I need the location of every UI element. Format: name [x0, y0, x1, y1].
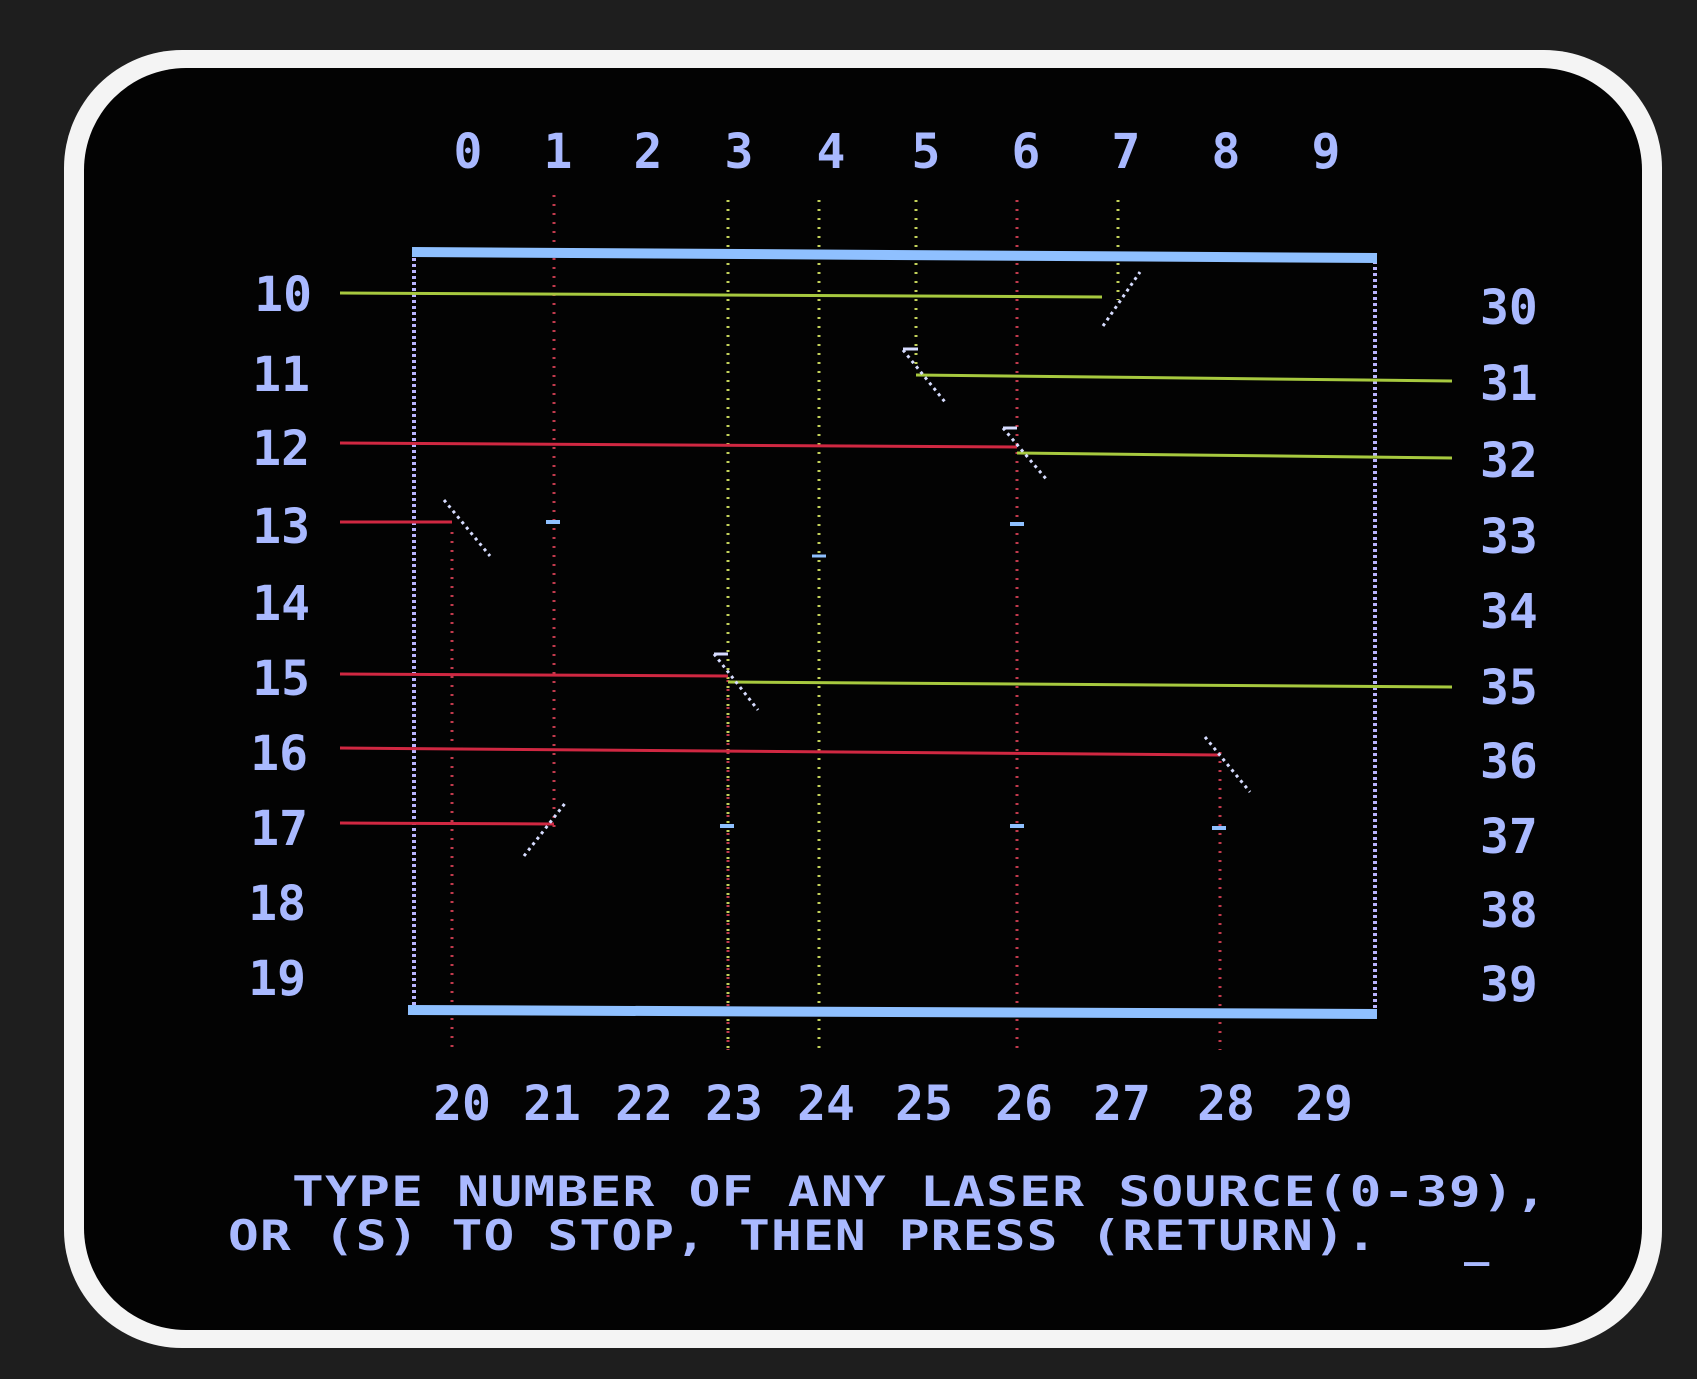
source-label-19[interactable]: 19	[248, 951, 306, 1007]
source-label-35[interactable]: 35	[1480, 660, 1538, 716]
source-label-21[interactable]: 21	[523, 1076, 581, 1132]
box-top-edge	[411, 247, 1378, 263]
prompt-line-2: OR (S) TO STOP, THEN PRESS (RETURN).	[228, 1211, 1378, 1260]
source-label-13[interactable]: 13	[252, 499, 310, 555]
source-label-5[interactable]: 5	[912, 124, 941, 180]
source-label-7[interactable]: 7	[1112, 124, 1141, 180]
source-label-31[interactable]: 31	[1480, 356, 1538, 412]
source-label-1[interactable]: 1	[544, 124, 573, 180]
source-label-3[interactable]: 3	[725, 124, 754, 180]
source-label-6[interactable]: 6	[1012, 124, 1041, 180]
source-label-20[interactable]: 20	[433, 1076, 491, 1132]
source-label-28[interactable]: 28	[1197, 1076, 1255, 1132]
source-label-32[interactable]: 32	[1480, 433, 1538, 489]
source-label-11[interactable]: 11	[252, 347, 310, 403]
source-label-15[interactable]: 15	[252, 651, 310, 707]
source-label-18[interactable]: 18	[248, 876, 306, 932]
crt-monitor: 0 1 2 3 4 5 6 7 8 9 10 11 12 13 14 15 16…	[0, 0, 1697, 1379]
source-label-14[interactable]: 14	[252, 576, 310, 632]
source-label-8[interactable]: 8	[1212, 124, 1241, 180]
source-label-24[interactable]: 24	[797, 1076, 855, 1132]
source-label-38[interactable]: 38	[1480, 883, 1538, 939]
source-label-30[interactable]: 30	[1480, 280, 1538, 336]
prompt-line-1: TYPE NUMBER OF ANY LASER SOURCE(0-39),	[292, 1167, 1548, 1216]
source-label-17[interactable]: 17	[250, 801, 308, 857]
prompt: TYPE NUMBER OF ANY LASER SOURCE(0-39), O…	[228, 1167, 1548, 1266]
source-label-23[interactable]: 23	[705, 1076, 763, 1132]
source-label-22[interactable]: 22	[615, 1076, 673, 1132]
source-label-26[interactable]: 26	[995, 1076, 1053, 1132]
source-label-34[interactable]: 34	[1480, 584, 1538, 640]
source-label-4[interactable]: 4	[817, 124, 846, 180]
source-label-10[interactable]: 10	[254, 267, 312, 323]
source-label-9[interactable]: 9	[1312, 124, 1341, 180]
source-label-12[interactable]: 12	[252, 421, 310, 477]
source-label-37[interactable]: 37	[1480, 809, 1538, 865]
box-bottom-edge	[407, 1005, 1378, 1019]
source-label-0[interactable]: 0	[454, 124, 483, 180]
source-label-29[interactable]: 29	[1295, 1076, 1353, 1132]
source-label-25[interactable]: 25	[895, 1076, 953, 1132]
source-label-39[interactable]: 39	[1480, 957, 1538, 1013]
beam-row-15	[339, 672, 729, 678]
source-label-2[interactable]: 2	[634, 124, 663, 180]
beam-row-17	[339, 821, 555, 826]
game-screen: 0 1 2 3 4 5 6 7 8 9 10 11 12 13 14 15 16…	[0, 0, 1697, 1379]
source-label-36[interactable]: 36	[1480, 734, 1538, 790]
source-label-33[interactable]: 33	[1480, 509, 1538, 565]
source-label-16[interactable]: 16	[250, 726, 308, 782]
source-label-27[interactable]: 27	[1093, 1076, 1151, 1132]
input-cursor[interactable]: _	[1464, 1217, 1490, 1266]
